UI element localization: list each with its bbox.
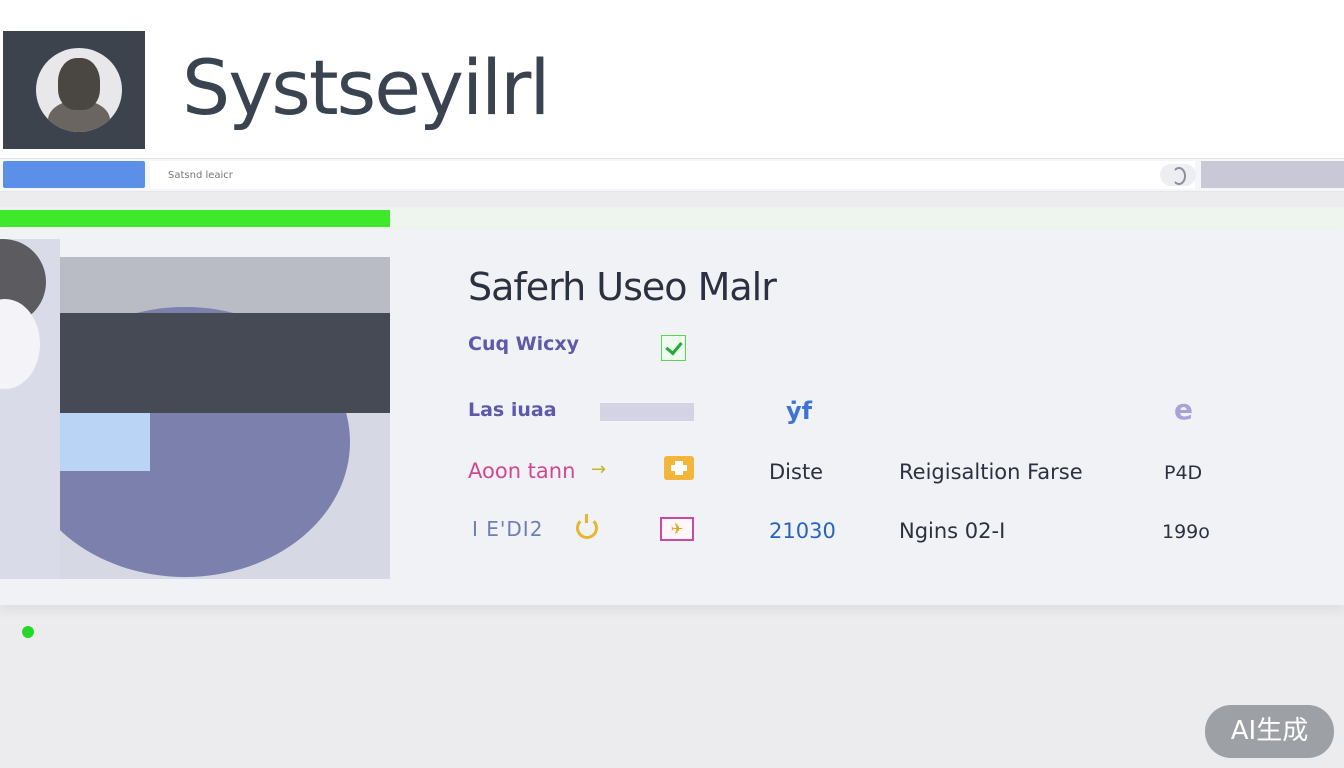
user-avatar-icon <box>36 48 122 132</box>
avatar[interactable] <box>3 31 145 149</box>
cell-name: Ngins 02-I <box>899 519 1006 543</box>
add-icon[interactable] <box>664 456 694 480</box>
search-bar <box>0 158 1344 192</box>
status-indicator <box>22 626 34 638</box>
search-input[interactable] <box>150 161 1195 189</box>
cell-year: 199o <box>1162 521 1210 543</box>
toolbar-right-block[interactable] <box>1201 161 1344 188</box>
section-title: Saferh Useo Malr <box>468 265 777 309</box>
edit-icon[interactable]: e <box>1174 393 1193 426</box>
cell-code: P4D <box>1164 462 1203 484</box>
cell-registration: Reigisaltion Farse <box>899 460 1083 484</box>
photo-dark-band <box>60 313 390 413</box>
cell-distance: Diste <box>769 460 824 484</box>
cell-number[interactable]: 21030 <box>769 519 836 543</box>
row-label-4: I E'DI2 <box>472 517 544 541</box>
search-icon[interactable] <box>1160 164 1196 186</box>
plane-icon[interactable]: ✈ <box>660 517 694 541</box>
enabled-checkbox[interactable] <box>661 335 686 361</box>
redacted-bar <box>600 403 694 421</box>
row-label-3[interactable]: Aoon tann <box>468 459 575 483</box>
filter-icon[interactable]: ẏf <box>786 397 812 425</box>
row-label-1: Cuq Wicxy <box>468 333 580 355</box>
ai-generated-badge: AI生成 <box>1205 705 1334 758</box>
side-circle-light <box>0 299 40 389</box>
power-icon[interactable] <box>576 514 598 539</box>
app-title: Systseyilrl <box>182 43 551 132</box>
arrow-icon: → <box>591 459 607 480</box>
profile-photo <box>60 257 390 579</box>
row-label-2: Las iuaa <box>468 399 557 421</box>
search-button[interactable] <box>3 161 145 188</box>
progress-fill <box>0 210 390 227</box>
app-header: Systseyilrl <box>0 0 1344 158</box>
photo-top <box>60 257 390 313</box>
avatar-head <box>58 58 100 110</box>
side-decoration <box>0 239 60 579</box>
progress-bar <box>0 207 1344 229</box>
photo-light-block <box>60 413 150 471</box>
